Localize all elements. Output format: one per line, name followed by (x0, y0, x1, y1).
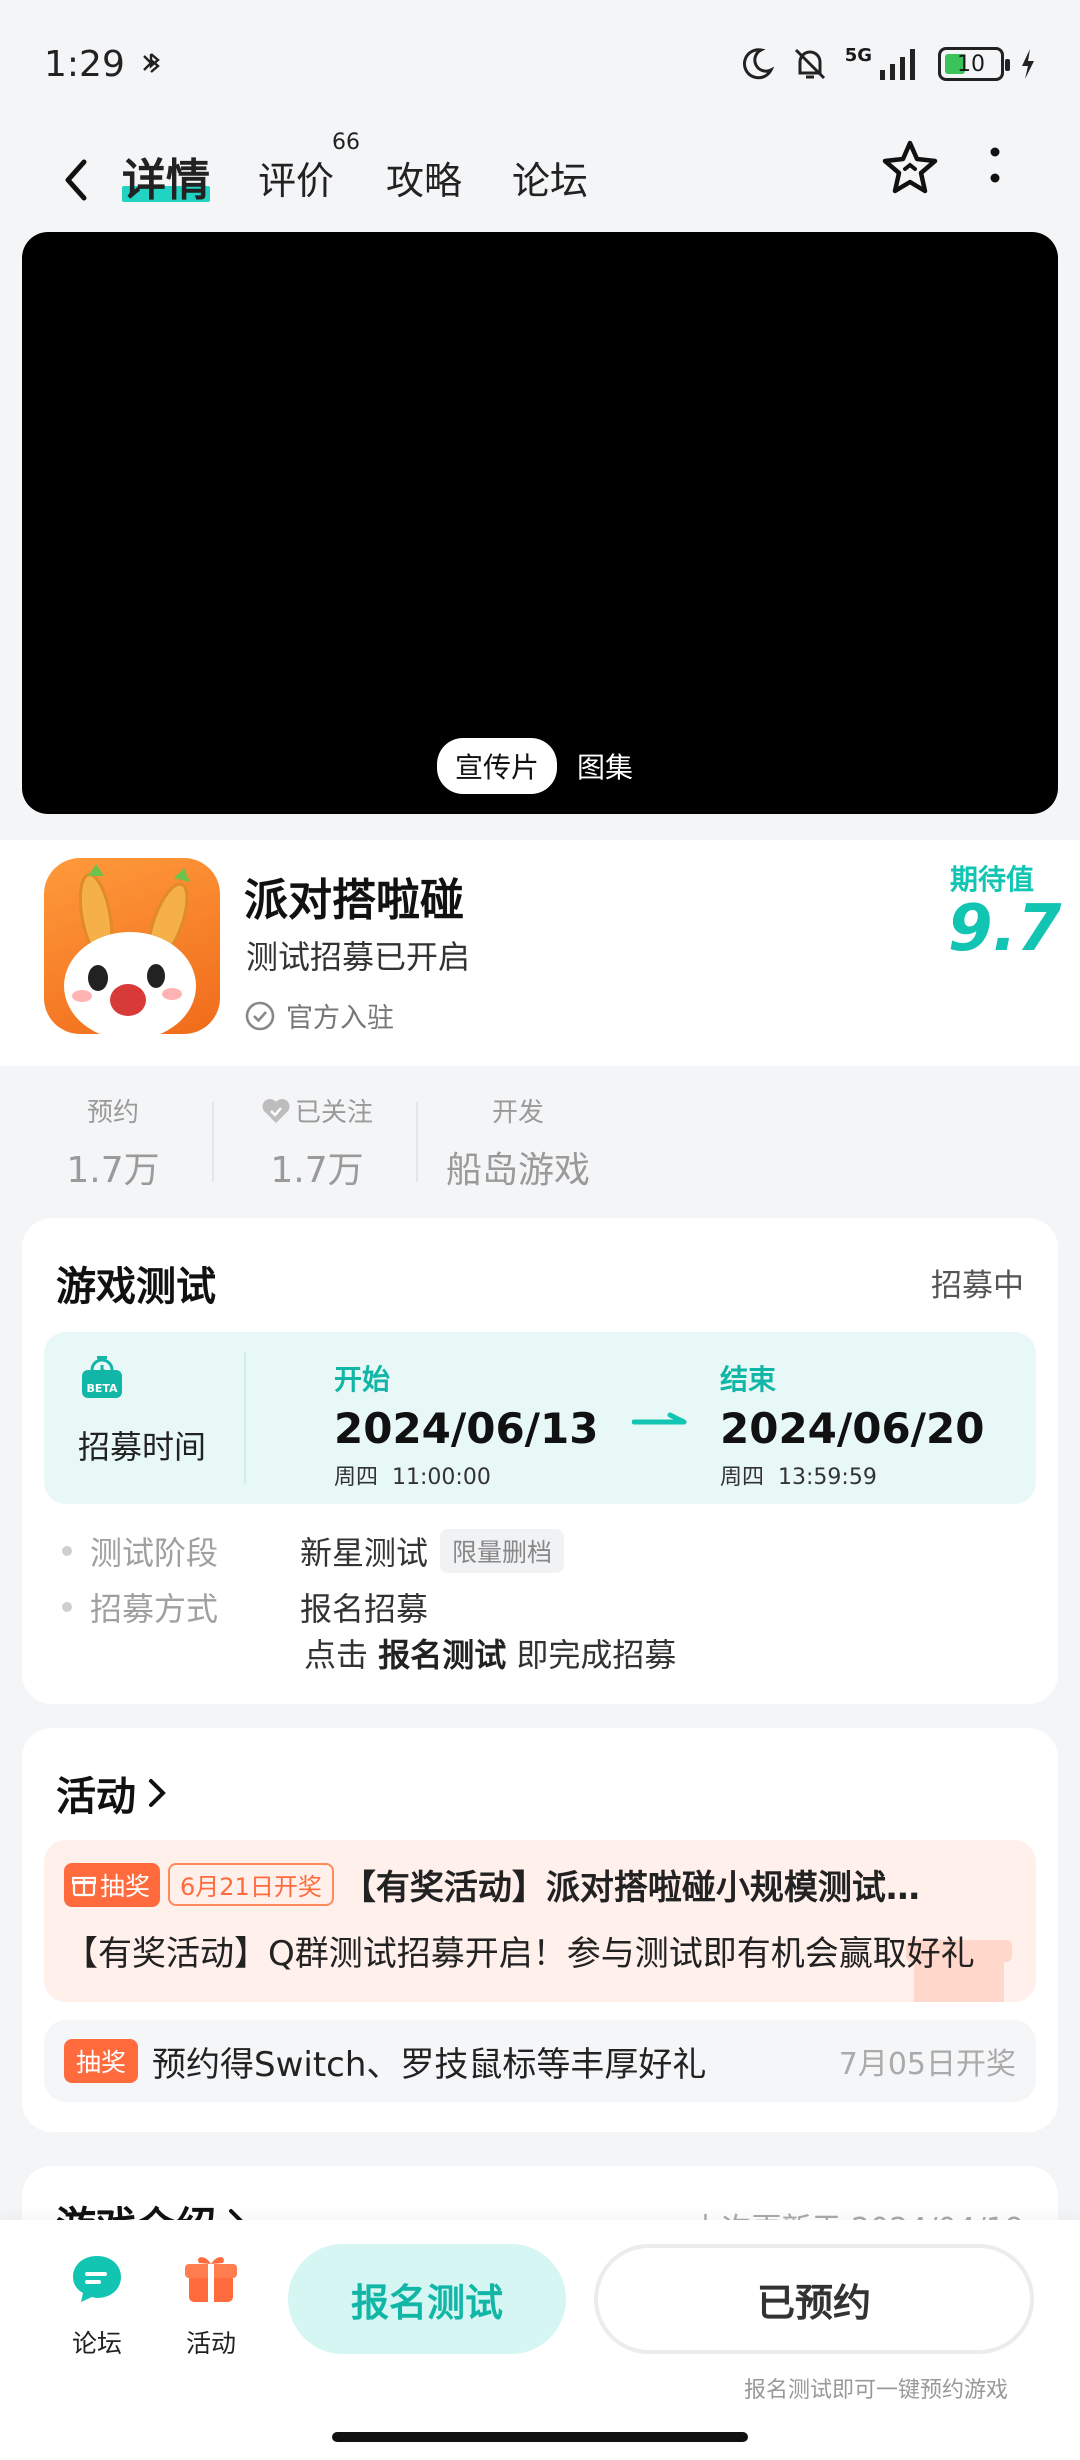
game-test-card: 游戏测试 招募中 BETA 招募时间 开始 2024/06/13 周四 11:0… (22, 1218, 1058, 1704)
tab-details[interactable]: 详情 (122, 144, 210, 208)
recruit-time-box: BETA 招募时间 开始 2024/06/13 周四 11:00:00 结束 2… (44, 1332, 1036, 1504)
chat-bubble-icon (73, 2256, 121, 2302)
expect-score: 9.7 (948, 892, 1062, 966)
game-header: 派对搭啦碰 测试招募已开启 官方入驻 期待值 9.7 (0, 840, 1080, 1066)
status-icons: 5G 10 (739, 44, 1036, 84)
stage-tag: 限量删档 (440, 1529, 565, 1573)
activity-card: 活动 抽奖 6月21日开奖 【有奖活动】派对搭啦碰小规模测试招募开启 【有奖活动… (22, 1728, 1058, 2132)
start-time-block: 开始 2024/06/13 周四 11:00:00 (334, 1363, 599, 1490)
bottom-activity-button[interactable]: 活动 (166, 2248, 256, 2360)
bottom-action-bar: 论坛 活动 报名测试 已预约 报名测试即可一键预约游戏 (0, 2220, 1080, 2460)
home-indicator[interactable] (332, 2432, 748, 2442)
divider (212, 1102, 214, 1182)
check-circle-icon (245, 1001, 275, 1030)
test-stage-row: 测试阶段 新星测试 限量删档 (62, 1528, 565, 1574)
stat-follow[interactable]: 已关注 1.7万 (252, 1092, 382, 1193)
network-label: 5G (844, 44, 872, 66)
gift-icon (185, 2257, 237, 2302)
draw-date: 7月05日开奖 (838, 2047, 1016, 2082)
media-tabs: 宣传片 图集 (437, 738, 651, 794)
more-options-icon[interactable] (985, 142, 1005, 192)
test-card-title: 游戏测试 (56, 1264, 216, 1310)
stats-row: 预约 1.7万 已关注 1.7万 开发 船岛游戏 (0, 1068, 1080, 1216)
stat-developer[interactable]: 开发 船岛游戏 (438, 1092, 598, 1193)
favorite-star-icon[interactable] (880, 138, 940, 198)
status-time: 1:29 (44, 44, 125, 85)
chevron-right-icon (149, 1779, 166, 1807)
recruit-time-label: 招募时间 (78, 1428, 207, 1466)
game-app-icon (44, 858, 220, 1034)
game-status: 测试招募已开启 (246, 938, 471, 976)
top-nav: 详情 评价 66 攻略 论坛 (0, 130, 1080, 230)
activity-title: 预约得Switch、罗技鼠标等丰厚好礼 (152, 2044, 707, 2085)
tab-guides[interactable]: 攻略 (386, 150, 462, 205)
lottery-tag: 抽奖 (64, 1862, 161, 1907)
reserve-hint: 报名测试即可一键预约游戏 (744, 2378, 1009, 2403)
charging-icon (1022, 49, 1034, 79)
recruit-method-hint: 点击 报名测试 即完成招募 (304, 1636, 677, 1674)
recruit-status: 招募中 (931, 1268, 1024, 1304)
signal-icon (880, 49, 915, 80)
recruit-method-row: 招募方式 报名招募 (62, 1584, 428, 1630)
tab-trailer[interactable]: 宣传片 (437, 738, 558, 794)
gift-icon (72, 1876, 96, 1896)
divider (244, 1352, 246, 1484)
back-arrow-icon[interactable] (56, 150, 96, 210)
tab-gallery[interactable]: 图集 (577, 738, 651, 794)
review-count-badge: 66 (332, 130, 360, 155)
game-title: 派对搭啦碰 (244, 875, 464, 926)
end-time-block: 结束 2024/06/20 周四 13:59:59 (720, 1363, 985, 1490)
activity-desc: 【有奖活动】Q群测试招募开启！参与测试即有机会赢取好礼 (64, 1934, 975, 1974)
battery-icon: 10 (938, 47, 1010, 81)
draw-date-tag: 6月21日开奖 (168, 1863, 334, 1906)
activity-header[interactable]: 活动 (56, 1764, 168, 1822)
bottom-forum-button[interactable]: 论坛 (52, 2248, 142, 2360)
mute-bell-icon (794, 48, 825, 80)
reserved-button[interactable]: 已预约 (594, 2244, 1034, 2354)
official-badge: 官方入驻 (244, 996, 394, 1035)
join-test-button[interactable]: 报名测试 (288, 2244, 566, 2354)
stat-reserve: 预约 1.7万 (66, 1098, 160, 1191)
divider (416, 1102, 418, 1182)
activity-item-featured[interactable]: 抽奖 6月21日开奖 【有奖活动】派对搭啦碰小规模测试招募开启 【有奖活动】Q群… (44, 1840, 1036, 2002)
activity-title: 【有奖活动】派对搭啦碰小规模测试招募开启 (341, 1868, 942, 1908)
sync-icon (143, 53, 160, 73)
status-bar: 1:29 5G 10 (0, 0, 1080, 130)
svg-text:BETA: BETA (86, 1382, 118, 1395)
video-player[interactable]: 宣传片 图集 (22, 232, 1058, 814)
arrow-right-icon (632, 1412, 687, 1425)
lottery-tag: 抽奖 (64, 2039, 139, 2083)
heart-check-icon (262, 1098, 290, 1123)
activity-item[interactable]: 抽奖 预约得Switch、罗技鼠标等丰厚好礼 7月05日开奖 (44, 2020, 1036, 2102)
tab-forum[interactable]: 论坛 (512, 150, 588, 205)
moon-icon (742, 48, 775, 80)
tab-reviews[interactable]: 评价 (258, 150, 334, 205)
beta-clock-icon: BETA (82, 1356, 122, 1398)
